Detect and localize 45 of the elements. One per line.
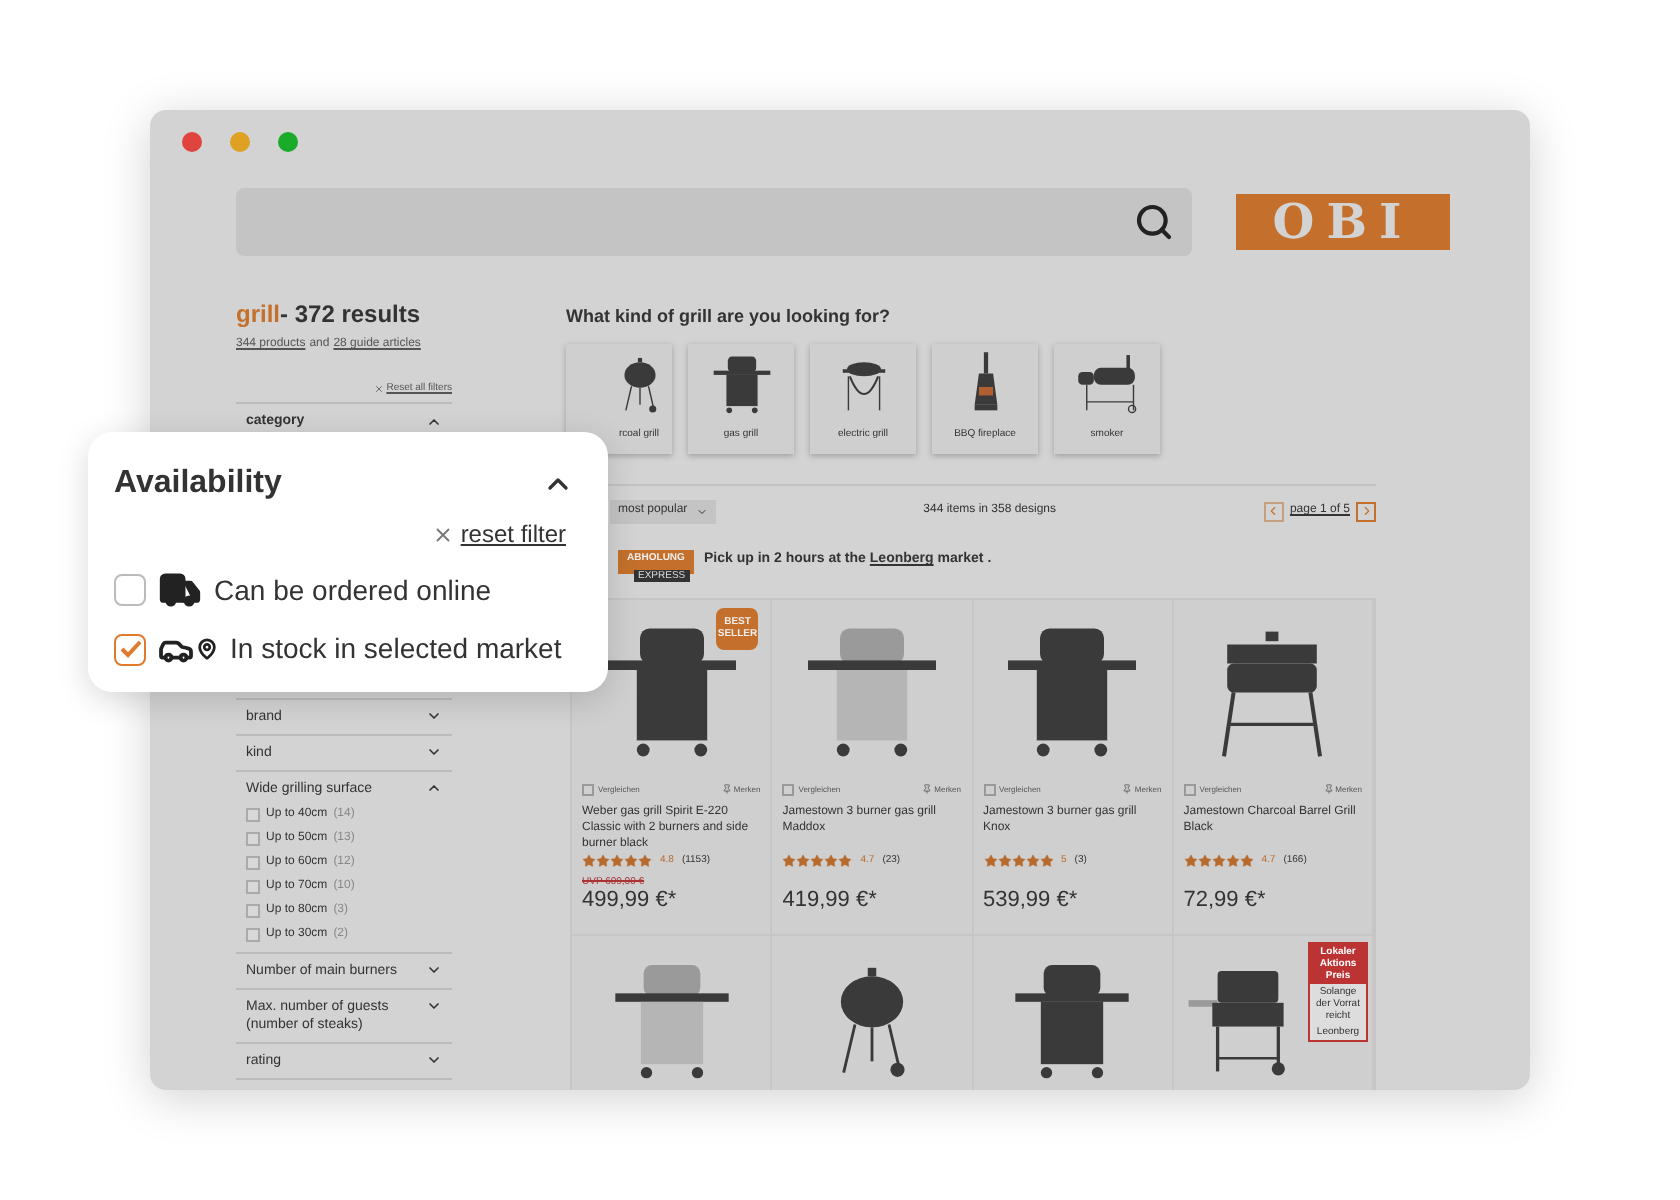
pin-icon[interactable]: [922, 784, 933, 794]
pin-icon[interactable]: [721, 784, 732, 794]
reset-filter-link[interactable]: reset filter: [460, 516, 566, 552]
checkbox[interactable]: [246, 832, 260, 846]
checkbox[interactable]: [246, 808, 260, 822]
compare-checkbox[interactable]: [582, 783, 594, 795]
previous-page-button[interactable]: [1263, 501, 1284, 521]
chevron-right-icon: [1359, 504, 1373, 518]
product-price: 539,99 €*: [983, 888, 1080, 914]
caret-icon: [695, 505, 708, 517]
truck-icon: [158, 568, 202, 612]
chevron-down-icon[interactable]: [426, 708, 442, 724]
checkbox[interactable]: [246, 904, 260, 918]
map-pin-icon: [196, 638, 218, 660]
product-price: 499,99 €*: [582, 888, 679, 914]
compare-checkbox[interactable]: [1183, 783, 1196, 795]
grill-types-heading: What kind of grill are you looking for?: [566, 304, 892, 330]
checkbox[interactable]: [246, 928, 260, 942]
checkbox[interactable]: [114, 633, 146, 665]
compare-checkbox[interactable]: [782, 783, 795, 795]
search-field[interactable]: [236, 188, 1192, 256]
results-title: - 372 results: [280, 300, 421, 328]
search-icon[interactable]: [1134, 202, 1174, 242]
pin-icon[interactable]: [1122, 784, 1133, 794]
product-price: 419,99 €*: [782, 888, 879, 914]
chevron-down-icon[interactable]: [426, 744, 442, 760]
chevron-down-icon[interactable]: [426, 962, 442, 978]
popup-title: Availability: [114, 464, 282, 504]
checkbox[interactable]: [246, 880, 260, 894]
checkbox[interactable]: [114, 574, 146, 606]
checkbox[interactable]: [246, 856, 260, 870]
pin-icon[interactable]: [1323, 784, 1334, 794]
product-price: 72,99 €*: [1183, 888, 1268, 914]
compare-checkbox[interactable]: [983, 783, 995, 795]
chevron-left-icon: [1266, 504, 1281, 518]
close-icon[interactable]: [432, 523, 455, 545]
search-query: grill: [236, 300, 281, 328]
chevron-down-icon[interactable]: [426, 998, 442, 1014]
checkmark-icon: [119, 640, 141, 658]
chevron-up-icon[interactable]: [426, 413, 442, 430]
option-label[interactable]: In stock in selected market: [230, 628, 562, 670]
chevron-down-icon[interactable]: [426, 1052, 442, 1068]
option-label[interactable]: Can be ordered online: [214, 569, 492, 611]
chevron-up-icon[interactable]: [426, 780, 442, 796]
next-page-button[interactable]: [1356, 501, 1376, 521]
